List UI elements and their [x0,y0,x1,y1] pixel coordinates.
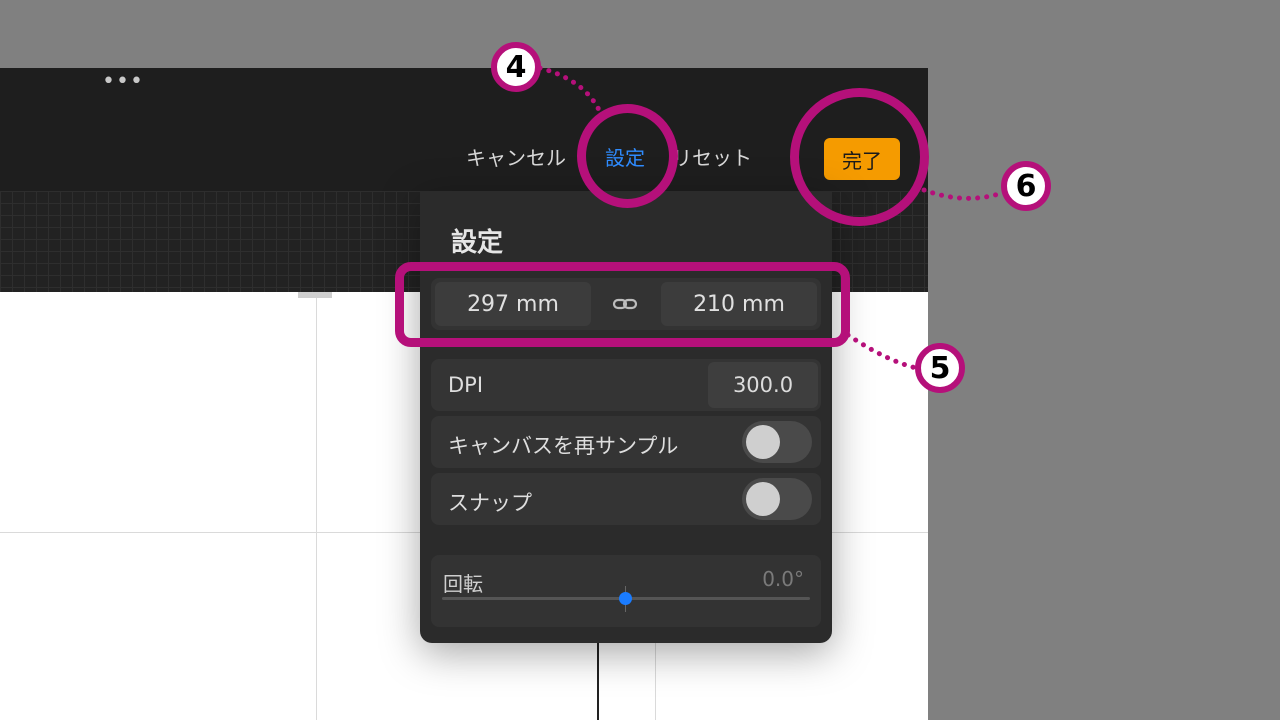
annotation-badge-4: 4 [491,42,541,92]
annotation-circle-done [790,88,929,226]
app-screen: ••• キャンセル 設定 リセット 完了 設定 297 mm 210 mm DP… [0,0,1280,720]
annotation-circle-settings [577,104,678,208]
annotation-badge-6: 6 [1001,161,1051,211]
annotation-badge-5: 5 [915,343,965,393]
annotation-rect-dimensions [395,262,850,347]
